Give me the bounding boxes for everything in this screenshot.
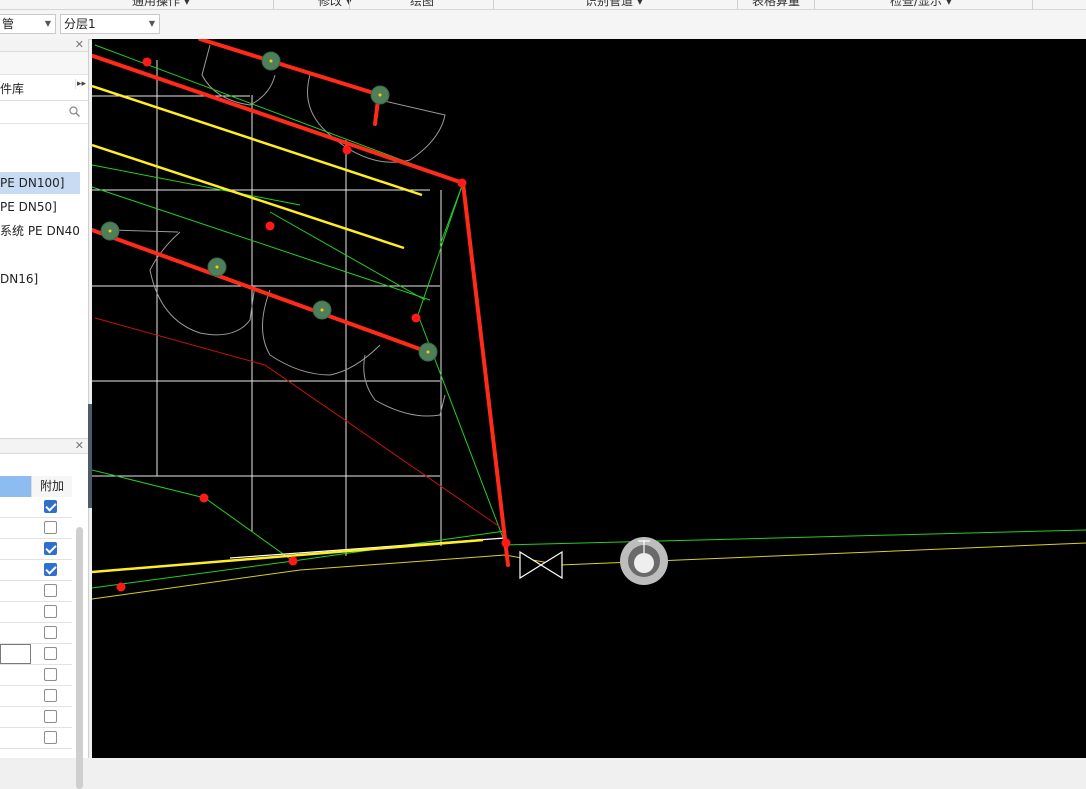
component-lib-tabbar: 件库 ▸▸ (0, 75, 88, 101)
attribute-column-header-name (0, 476, 31, 497)
chevron-right-icon[interactable]: ▸▸ (75, 79, 86, 89)
tree-item-label: PE DN50] (0, 200, 57, 214)
checkbox-unchecked[interactable] (44, 605, 57, 618)
tree-item-pe-dn100[interactable]: PE DN100] (0, 172, 80, 194)
attribute-value-input[interactable] (0, 644, 31, 664)
attribute-row[interactable] (0, 728, 72, 749)
checkbox-unchecked[interactable] (44, 689, 57, 702)
valve-icon[interactable] (519, 550, 563, 580)
tree-item-pe-dn50[interactable]: PE DN50] (0, 196, 80, 218)
menu-identify-pipe[interactable]: 识别管道 ▾ (585, 0, 643, 9)
type-select-value: 管 (2, 17, 15, 31)
toolbar: 管 ▼ 分层1 ▼ (0, 10, 1086, 40)
tree-item-label: DN16] (0, 272, 39, 286)
attribute-row[interactable] (0, 602, 72, 623)
attribute-row[interactable] (0, 665, 72, 686)
red-pipes (90, 37, 510, 567)
attribute-row[interactable] (0, 518, 72, 539)
menu-table-quantity[interactable]: 表格算量 (752, 0, 800, 9)
dark-red-line (94, 317, 501, 528)
menu-general-ops[interactable]: 通用操作 ▾ (132, 0, 190, 9)
checkbox-unchecked[interactable] (44, 626, 57, 639)
layer-select-value: 分层1 (64, 17, 96, 31)
tree-item-dn16[interactable]: DN16] (0, 268, 80, 290)
checkbox-checked[interactable] (44, 542, 57, 555)
checkbox-unchecked[interactable] (44, 584, 57, 597)
checkbox-unchecked[interactable] (44, 647, 57, 660)
attribute-row[interactable] (0, 707, 72, 728)
grid-lines (92, 60, 442, 556)
tree-item-label: 系统 PE DN40] (0, 224, 80, 238)
checkbox-checked[interactable] (44, 563, 57, 576)
type-select[interactable]: 管 ▼ (0, 14, 56, 34)
pump-icon[interactable] (620, 537, 668, 585)
left-panel: ✕ 件库 ▸▸ PE DN100] PE DN50] 系统 PE DN40] D… (0, 38, 89, 789)
junction-nodes[interactable] (116, 57, 511, 592)
tree-item-label: PE DN100] (0, 176, 65, 190)
cad-canvas[interactable] (90, 37, 1086, 758)
attribute-row[interactable] (0, 623, 72, 644)
yellow-thin-line (91, 542, 1086, 600)
menu-draw[interactable]: 绘图 (410, 0, 434, 9)
menu-separator (493, 0, 494, 9)
close-icon[interactable]: ✕ (75, 38, 84, 51)
component-search-input[interactable] (0, 101, 88, 124)
coverage-arcs (109, 44, 446, 417)
attribute-column-header-extra: 附加 (31, 476, 72, 497)
green-lines (91, 44, 1086, 589)
checkbox-checked[interactable] (44, 500, 57, 513)
menu-separator (1032, 0, 1033, 9)
layer-select[interactable]: 分层1 ▼ (60, 14, 160, 34)
attribute-row[interactable] (0, 560, 72, 581)
yellow-pipes (91, 84, 484, 574)
close-icon[interactable]: ✕ (75, 439, 84, 452)
search-icon[interactable] (69, 106, 80, 117)
menu-separator (814, 0, 815, 9)
attribute-panel-header: ✕ (0, 438, 88, 454)
attribute-row[interactable] (0, 686, 72, 707)
menu-separator (737, 0, 738, 9)
drawing-svg[interactable] (90, 37, 1086, 758)
menu-separator (349, 0, 350, 9)
chevron-down-icon: ▼ (44, 19, 51, 28)
menu-check-display[interactable]: 检查/显示 ▾ (890, 0, 952, 9)
attribute-row[interactable] (0, 539, 72, 560)
attribute-scrollbar[interactable] (76, 527, 83, 789)
attribute-row[interactable] (0, 497, 72, 518)
menu-separator (273, 0, 274, 9)
tab-component-library[interactable]: 件库 (0, 80, 24, 97)
menu-bar: 通用操作 ▾ 修改 ▾ 绘图 识别管道 ▾ 表格算量 检查/显示 ▾ (0, 0, 1086, 10)
checkbox-unchecked[interactable] (44, 731, 57, 744)
attribute-row[interactable] (0, 581, 72, 602)
component-panel-header: ✕ (0, 38, 88, 52)
tree-item-system-pe-dn40[interactable]: 系统 PE DN40] (0, 220, 80, 242)
chevron-down-icon: ▼ (148, 19, 155, 28)
checkbox-unchecked[interactable] (44, 521, 57, 534)
checkbox-unchecked[interactable] (44, 668, 57, 681)
menu-modify[interactable]: 修改 ▾ (318, 0, 352, 9)
checkbox-unchecked[interactable] (44, 710, 57, 723)
component-panel-blank-strip (0, 52, 88, 75)
